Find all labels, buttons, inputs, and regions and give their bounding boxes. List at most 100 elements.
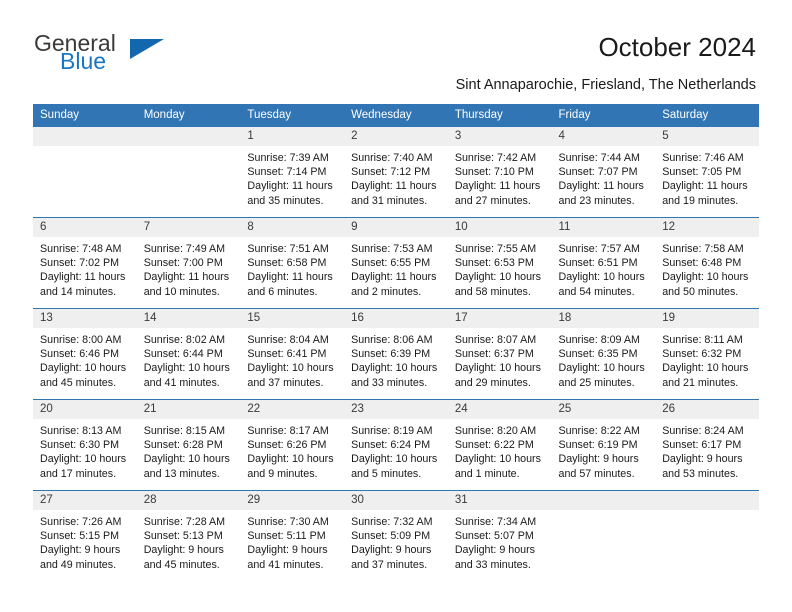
- day-number: [33, 127, 137, 146]
- day-cell-inner: 8 Sunrise: 7:51 AM Sunset: 6:58 PM Daylight…: [240, 218, 345, 308]
- daylight-text: Daylight: 10 hours and 37 minutes.: [247, 362, 334, 389]
- calendar-day-cell[interactable]: 19 Sunrise: 8:11 AM Sunset: 6:32 PM Dayligh…: [655, 308, 759, 400]
- daylight-text: Daylight: 9 hours and 53 minutes.: [662, 453, 743, 480]
- calendar-day-cell[interactable]: 3 Sunrise: 7:42 AM Sunset: 7:10 PM Daylight…: [447, 127, 552, 218]
- sunset-text: Sunset: 5:13 PM: [143, 530, 223, 543]
- calendar-day-cell[interactable]: 8 Sunrise: 7:51 AM Sunset: 6:58 PM Daylight…: [240, 217, 345, 309]
- day-cell-inner: 3 Sunrise: 7:42 AM Sunset: 7:10 PM Daylight…: [447, 127, 552, 217]
- calendar-day-cell[interactable]: 4 Sunrise: 7:44 AM Sunset: 7:07 PM Daylight…: [551, 127, 656, 218]
- daylight-text: Daylight: 10 hours and 17 minutes.: [40, 453, 127, 480]
- calendar-day-cell[interactable]: 10 Sunrise: 7:55 AM Sunset: 6:53 PM Dayligh…: [447, 217, 552, 309]
- sunrise-text: Sunrise: 8:15 AM: [143, 425, 226, 437]
- day-number: 22: [240, 400, 345, 419]
- weekday-header-saturday: Saturday: [655, 104, 759, 127]
- calendar-day-cell[interactable]: 31 Sunrise: 7:34 AM Sunset: 5:07 PM Dayligh…: [447, 490, 552, 581]
- calendar-day-cell[interactable]: 2 Sunrise: 7:40 AM Sunset: 7:12 PM Daylight…: [344, 127, 448, 218]
- daylight-text: Daylight: 11 hours and 27 minutes.: [454, 180, 541, 207]
- day-sun-info: Sunrise: 7:55 AM Sunset: 6:53 PM Daylight:…: [448, 237, 552, 299]
- calendar-day-cell[interactable]: 13 Sunrise: 8:00 AM Sunset: 6:46 PM Dayligh…: [33, 308, 137, 400]
- calendar-day-cell[interactable]: 25 Sunrise: 8:22 AM Sunset: 6:19 PM Dayligh…: [551, 399, 656, 491]
- sunset-text: Sunset: 7:12 PM: [351, 166, 431, 179]
- day-number: 25: [551, 400, 656, 419]
- sunset-text: Sunset: 6:46 PM: [40, 348, 120, 361]
- day-cell-inner: 18 Sunrise: 8:09 AM Sunset: 6:35 PM Dayligh…: [551, 309, 656, 399]
- sunset-text: Sunset: 6:24 PM: [351, 439, 431, 452]
- calendar-day-cell[interactable]: 6 Sunrise: 7:48 AM Sunset: 7:02 PM Daylight…: [33, 217, 137, 309]
- day-cell-inner: 2 Sunrise: 7:40 AM Sunset: 7:12 PM Daylight…: [344, 127, 448, 217]
- calendar-day-cell-empty: [136, 127, 241, 218]
- calendar-day-cell[interactable]: 11 Sunrise: 7:57 AM Sunset: 6:51 PM Dayligh…: [551, 217, 656, 309]
- calendar-day-cell[interactable]: 24 Sunrise: 8:20 AM Sunset: 6:22 PM Dayligh…: [447, 399, 552, 491]
- calendar-day-cell[interactable]: 18 Sunrise: 8:09 AM Sunset: 6:35 PM Dayligh…: [551, 308, 656, 400]
- day-number: 23: [344, 400, 448, 419]
- general-blue-logo[interactable]: General Blue: [34, 32, 174, 82]
- sunrise-text: Sunrise: 8:07 AM: [454, 334, 537, 346]
- day-sun-info: Sunrise: 8:13 AM Sunset: 6:30 PM Daylight:…: [33, 419, 137, 481]
- sunrise-text: Sunrise: 7:46 AM: [662, 152, 744, 164]
- calendar-day-cell-empty: [655, 490, 759, 581]
- page-subtitle: Sint Annaparochie, Friesland, The Nether…: [455, 77, 756, 93]
- day-sun-info: Sunrise: 8:24 AM Sunset: 6:17 PM Daylight:…: [655, 419, 759, 481]
- calendar-day-cell[interactable]: 5 Sunrise: 7:46 AM Sunset: 7:05 PM Daylight…: [655, 127, 759, 218]
- day-number: 17: [447, 309, 552, 328]
- day-sun-info: Sunrise: 7:40 AM Sunset: 7:12 PM Daylight:…: [344, 146, 448, 208]
- day-cell-inner: 16 Sunrise: 8:06 AM Sunset: 6:39 PM Dayligh…: [344, 309, 448, 399]
- sunset-text: Sunset: 6:32 PM: [662, 348, 742, 361]
- calendar-day-cell[interactable]: 20 Sunrise: 8:13 AM Sunset: 6:30 PM Dayligh…: [33, 399, 137, 491]
- day-number: [136, 127, 241, 146]
- calendar-day-cell[interactable]: 16 Sunrise: 8:06 AM Sunset: 6:39 PM Dayligh…: [344, 308, 448, 400]
- day-cell-inner: 23 Sunrise: 8:19 AM Sunset: 6:24 PM Dayligh…: [344, 400, 448, 490]
- calendar-day-cell[interactable]: 1 Sunrise: 7:39 AM Sunset: 7:14 PM Daylight…: [240, 127, 345, 218]
- page-title: October 2024: [598, 32, 756, 62]
- calendar-day-cell[interactable]: 23 Sunrise: 8:19 AM Sunset: 6:24 PM Dayligh…: [344, 399, 448, 491]
- calendar-day-cell[interactable]: 14 Sunrise: 8:02 AM Sunset: 6:44 PM Dayligh…: [136, 308, 241, 400]
- weekday-header-row: Sunday Monday Tuesday Wednesday Thursday…: [33, 104, 759, 127]
- daylight-text: Daylight: 10 hours and 50 minutes.: [662, 271, 749, 298]
- sunrise-text: Sunrise: 7:42 AM: [454, 152, 537, 164]
- daylight-text: Daylight: 11 hours and 2 minutes.: [351, 271, 437, 298]
- calendar-day-cell[interactable]: 17 Sunrise: 8:07 AM Sunset: 6:37 PM Dayligh…: [447, 308, 552, 400]
- sunrise-text: Sunrise: 8:11 AM: [662, 334, 743, 346]
- calendar-day-cell[interactable]: 21 Sunrise: 8:15 AM Sunset: 6:28 PM Dayligh…: [136, 399, 241, 491]
- sunrise-text: Sunrise: 7:53 AM: [351, 243, 433, 255]
- calendar-day-cell[interactable]: 30 Sunrise: 7:32 AM Sunset: 5:09 PM Dayligh…: [344, 490, 448, 581]
- triangle-icon: [130, 39, 164, 59]
- sunrise-text: Sunrise: 8:24 AM: [662, 425, 744, 437]
- day-number: 31: [447, 491, 552, 510]
- sunset-text: Sunset: 6:37 PM: [454, 348, 534, 361]
- day-cell-inner: 7 Sunrise: 7:49 AM Sunset: 7:00 PM Daylight…: [136, 218, 241, 308]
- calendar-day-cell[interactable]: 7 Sunrise: 7:49 AM Sunset: 7:00 PM Daylight…: [136, 217, 241, 309]
- sunset-text: Sunset: 5:07 PM: [454, 530, 534, 543]
- weekday-header-tuesday: Tuesday: [240, 104, 345, 127]
- day-cell-inner: 28 Sunrise: 7:28 AM Sunset: 5:13 PM Dayligh…: [136, 491, 241, 581]
- daylight-text: Daylight: 9 hours and 49 minutes.: [40, 544, 121, 571]
- calendar-day-cell[interactable]: 26 Sunrise: 8:24 AM Sunset: 6:17 PM Dayligh…: [655, 399, 759, 491]
- day-cell-inner: 31 Sunrise: 7:34 AM Sunset: 5:07 PM Dayligh…: [447, 491, 552, 581]
- calendar-day-cell[interactable]: 29 Sunrise: 7:30 AM Sunset: 5:11 PM Dayligh…: [240, 490, 345, 581]
- day-cell-inner: 17 Sunrise: 8:07 AM Sunset: 6:37 PM Dayligh…: [447, 309, 552, 399]
- day-cell-inner: [33, 127, 137, 217]
- calendar-day-cell[interactable]: 28 Sunrise: 7:28 AM Sunset: 5:13 PM Dayligh…: [136, 490, 241, 581]
- day-cell-inner: 25 Sunrise: 8:22 AM Sunset: 6:19 PM Dayligh…: [551, 400, 656, 490]
- calendar-day-cell[interactable]: 9 Sunrise: 7:53 AM Sunset: 6:55 PM Daylight…: [344, 217, 448, 309]
- weekday-header-sunday: Sunday: [33, 104, 137, 127]
- day-cell-inner: [655, 491, 759, 581]
- calendar-week-row: 20 Sunrise: 8:13 AM Sunset: 6:30 PM Dayligh…: [33, 399, 759, 491]
- day-sun-info: Sunrise: 8:15 AM Sunset: 6:28 PM Daylight:…: [137, 419, 241, 481]
- sunrise-text: Sunrise: 7:26 AM: [40, 516, 122, 528]
- calendar-day-cell[interactable]: 15 Sunrise: 8:04 AM Sunset: 6:41 PM Dayligh…: [240, 308, 345, 400]
- calendar-day-cell[interactable]: 12 Sunrise: 7:58 AM Sunset: 6:48 PM Dayligh…: [655, 217, 759, 309]
- calendar-week-row: 6 Sunrise: 7:48 AM Sunset: 7:02 PM Daylight…: [33, 217, 759, 309]
- calendar-day-cell[interactable]: 22 Sunrise: 8:17 AM Sunset: 6:26 PM Dayligh…: [240, 399, 345, 491]
- calendar-day-cell[interactable]: 27 Sunrise: 7:26 AM Sunset: 5:15 PM Dayligh…: [33, 490, 137, 581]
- day-cell-inner: 20 Sunrise: 8:13 AM Sunset: 6:30 PM Dayligh…: [33, 400, 137, 490]
- day-number: 4: [551, 127, 656, 146]
- day-cell-inner: 5 Sunrise: 7:46 AM Sunset: 7:05 PM Daylight…: [655, 127, 759, 217]
- weekday-header-monday: Monday: [136, 104, 241, 127]
- day-cell-inner: 30 Sunrise: 7:32 AM Sunset: 5:09 PM Dayligh…: [344, 491, 448, 581]
- sunrise-text: Sunrise: 7:58 AM: [662, 243, 744, 255]
- sunset-text: Sunset: 6:39 PM: [351, 348, 431, 361]
- sunset-text: Sunset: 6:51 PM: [558, 257, 638, 270]
- daylight-text: Daylight: 10 hours and 58 minutes.: [454, 271, 541, 298]
- day-cell-inner: 6 Sunrise: 7:48 AM Sunset: 7:02 PM Daylight…: [33, 218, 137, 308]
